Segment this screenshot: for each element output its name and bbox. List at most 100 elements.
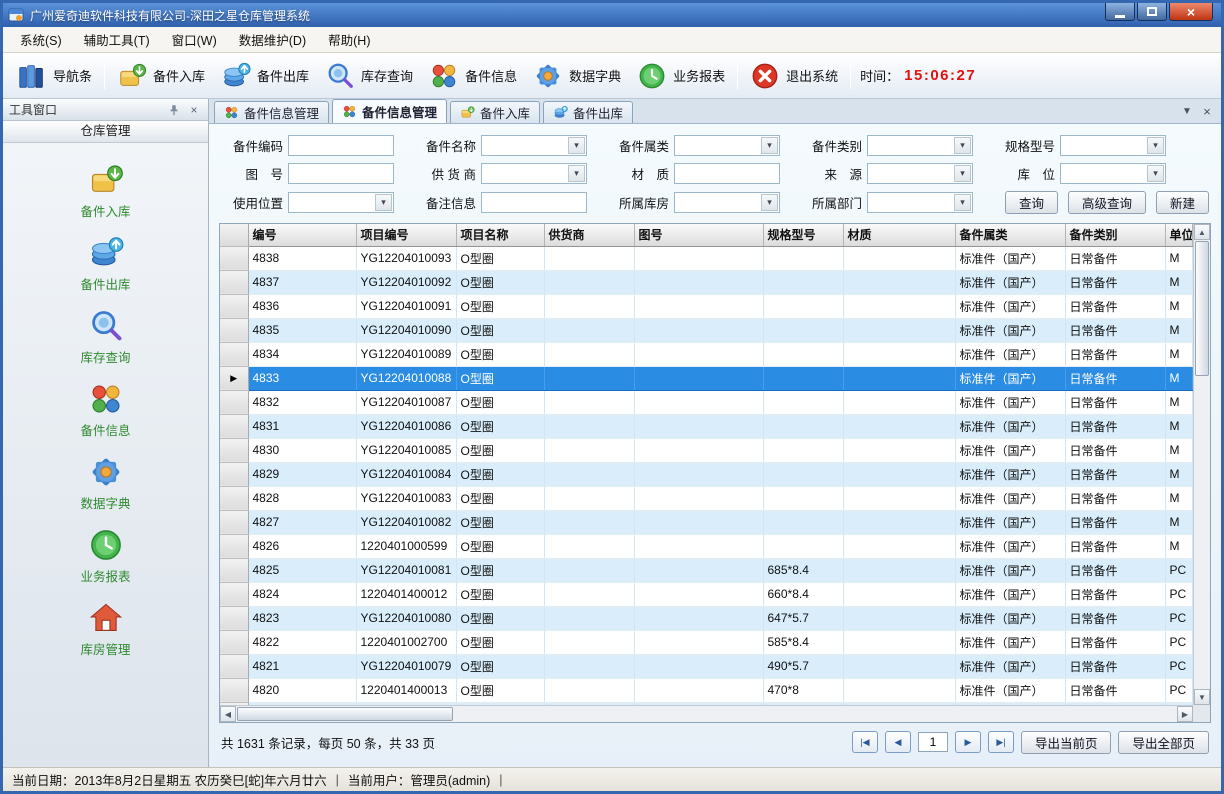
table-row[interactable]: 4825YG12204010081O型圈685*8.4标准件（国产）日常备件PC — [220, 558, 1192, 582]
toolbar-exit-system[interactable]: 退出系统 — [742, 57, 846, 95]
toolbar-nav-bar[interactable]: 导航条 — [9, 57, 100, 95]
warehouse-select[interactable]: ▾ — [674, 192, 780, 213]
table-row[interactable]: 4837YG12204010092O型圈标准件（国产）日常备件M — [220, 270, 1192, 294]
toolbar-stock-query[interactable]: 库存查询 — [317, 57, 421, 95]
pin-icon[interactable] — [166, 102, 182, 118]
menu-item-4[interactable]: 帮助(H) — [317, 27, 381, 52]
sidebar-close-icon[interactable]: × — [186, 102, 202, 118]
table-row[interactable]: 48241220401400012O型圈660*8.4标准件（国产）日常备件PC — [220, 582, 1192, 606]
sidebar-item-stock-query[interactable]: 库存查询 — [3, 301, 208, 374]
scroll-right-icon[interactable]: ▶ — [1177, 706, 1193, 722]
column-header-5[interactable]: 规格型号 — [763, 224, 843, 246]
tab-close-icon[interactable]: × — [1199, 103, 1215, 119]
sidebar-item-business-report[interactable]: 业务报表 — [3, 520, 208, 593]
column-header-1[interactable]: 项目编号 — [356, 224, 456, 246]
menu-item-1[interactable]: 辅助工具(T) — [73, 27, 161, 52]
table-row[interactable]: 4834YG12204010089O型圈标准件（国产）日常备件M — [220, 342, 1192, 366]
source-select[interactable]: ▾ — [867, 163, 973, 184]
toolbar-business-report[interactable]: 业务报表 — [629, 57, 733, 95]
material-input[interactable] — [674, 163, 780, 184]
spare-code-input[interactable] — [288, 135, 394, 156]
menu-item-2[interactable]: 窗口(W) — [161, 27, 228, 52]
vertical-scroll-track[interactable] — [1194, 240, 1210, 689]
scroll-down-icon[interactable]: ▼ — [1194, 689, 1210, 705]
toolbar-spare-info[interactable]: 备件信息 — [421, 57, 525, 95]
horizontal-scroll-thumb[interactable] — [237, 707, 453, 721]
table-row[interactable]: 4828YG12204010083O型圈标准件（国产）日常备件M — [220, 486, 1192, 510]
tab-0[interactable]: 备件信息管理 — [214, 101, 329, 123]
table-row[interactable]: ▶4833YG12204010088O型圈标准件（国产）日常备件M — [220, 366, 1192, 390]
column-header-9[interactable]: 单位 — [1165, 224, 1192, 246]
column-header-4[interactable]: 图号 — [634, 224, 763, 246]
prev-page-button[interactable]: ◀ — [885, 731, 911, 753]
table-row[interactable]: 4823YG12204010080O型圈647*5.7标准件（国产）日常备件PC — [220, 606, 1192, 630]
next-page-button[interactable]: ▶ — [955, 731, 981, 753]
horizontal-scroll-track[interactable] — [236, 706, 1177, 722]
chevron-down-icon[interactable]: ▾ — [954, 137, 971, 154]
last-page-button[interactable]: ▶| — [988, 731, 1014, 753]
chevron-down-icon[interactable]: ▾ — [1147, 165, 1164, 182]
chevron-down-icon[interactable]: ▾ — [761, 137, 778, 154]
spare-name-select[interactable]: ▾ — [481, 135, 587, 156]
supplier-select[interactable]: ▾ — [481, 163, 587, 184]
tab-2[interactable]: 备件入库 — [450, 101, 540, 123]
tab-3[interactable]: 备件出库 — [543, 101, 633, 123]
advanced-query-button[interactable]: 高级查询 — [1068, 191, 1146, 214]
minimize-button[interactable] — [1105, 3, 1135, 21]
sidebar-item-data-dict[interactable]: 数据字典 — [3, 447, 208, 520]
table-row[interactable]: 48261220401000599O型圈标准件（国产）日常备件M — [220, 534, 1192, 558]
table-row[interactable]: 4835YG12204010090O型圈标准件（国产）日常备件M — [220, 318, 1192, 342]
chevron-down-icon[interactable]: ▾ — [761, 194, 778, 211]
remark-input[interactable] — [481, 192, 587, 213]
sidebar-item-spare-outbound[interactable]: 备件出库 — [3, 228, 208, 301]
table-row[interactable]: 4821YG12204010079O型圈490*5.7标准件（国产）日常备件PC — [220, 654, 1192, 678]
export-all-pages-button[interactable]: 导出全部页 — [1118, 731, 1209, 754]
toolbar-spare-inbound[interactable]: 备件入库 — [109, 57, 213, 95]
column-header-0[interactable]: 编号 — [248, 224, 356, 246]
use-position-select[interactable]: ▾ — [288, 192, 394, 213]
table-row[interactable]: 4829YG12204010084O型圈标准件（国产）日常备件M — [220, 462, 1192, 486]
chevron-down-icon[interactable]: ▾ — [954, 194, 971, 211]
drawing-no-input[interactable] — [288, 163, 394, 184]
location-select[interactable]: ▾ — [1060, 163, 1166, 184]
table-row[interactable]: 4827YG12204010082O型圈标准件（国产）日常备件M — [220, 510, 1192, 534]
toolbar-spare-outbound[interactable]: 备件出库 — [213, 57, 317, 95]
chevron-down-icon[interactable]: ▾ — [568, 165, 585, 182]
tab-1[interactable]: 备件信息管理 — [332, 99, 447, 123]
menu-item-0[interactable]: 系统(S) — [9, 27, 73, 52]
query-button[interactable]: 查询 — [1005, 191, 1058, 214]
scroll-left-icon[interactable]: ◀ — [220, 706, 236, 722]
first-page-button[interactable]: |◀ — [852, 731, 878, 753]
new-button[interactable]: 新建 — [1156, 191, 1209, 214]
spec-model-select[interactable]: ▾ — [1060, 135, 1166, 156]
column-header-2[interactable]: 项目名称 — [456, 224, 544, 246]
chevron-down-icon[interactable]: ▾ — [1147, 137, 1164, 154]
menu-item-3[interactable]: 数据维护(D) — [228, 27, 317, 52]
sidebar-item-spare-info[interactable]: 备件信息 — [3, 374, 208, 447]
page-number-input[interactable] — [918, 732, 948, 752]
column-header-6[interactable]: 材质 — [843, 224, 955, 246]
chevron-down-icon[interactable]: ▾ — [954, 165, 971, 182]
sidebar-item-warehouse-mgmt[interactable]: 库房管理 — [3, 593, 208, 666]
scroll-up-icon[interactable]: ▲ — [1194, 224, 1210, 240]
chevron-down-icon[interactable]: ▾ — [375, 194, 392, 211]
sidebar-section-header[interactable]: 仓库管理 — [3, 121, 208, 143]
maximize-button[interactable] — [1137, 3, 1167, 21]
vertical-scroll-thumb[interactable] — [1195, 241, 1209, 376]
toolbar-data-dict[interactable]: 数据字典 — [525, 57, 629, 95]
table-row[interactable]: 4830YG12204010085O型圈标准件（国产）日常备件M — [220, 438, 1192, 462]
export-current-page-button[interactable]: 导出当前页 — [1021, 731, 1112, 754]
spare-category-select[interactable]: ▾ — [674, 135, 780, 156]
table-row[interactable]: 48221220401002700O型圈585*8.4标准件（国产）日常备件PC — [220, 630, 1192, 654]
table-row[interactable]: 48201220401400013O型圈470*8标准件（国产）日常备件PC — [220, 678, 1192, 702]
department-select[interactable]: ▾ — [867, 192, 973, 213]
tab-list-dropdown-icon[interactable]: ▼ — [1179, 103, 1195, 119]
table-row[interactable]: 4831YG12204010086O型圈标准件（国产）日常备件M — [220, 414, 1192, 438]
chevron-down-icon[interactable]: ▾ — [568, 137, 585, 154]
horizontal-scrollbar[interactable]: ◀ ▶ — [220, 705, 1193, 722]
column-header-3[interactable]: 供货商 — [544, 224, 634, 246]
spare-class-select[interactable]: ▾ — [867, 135, 973, 156]
table-row[interactable]: 4838YG12204010093O型圈标准件（国产）日常备件M — [220, 246, 1192, 270]
sidebar-item-spare-inbound[interactable]: 备件入库 — [3, 155, 208, 228]
column-header-7[interactable]: 备件属类 — [955, 224, 1065, 246]
